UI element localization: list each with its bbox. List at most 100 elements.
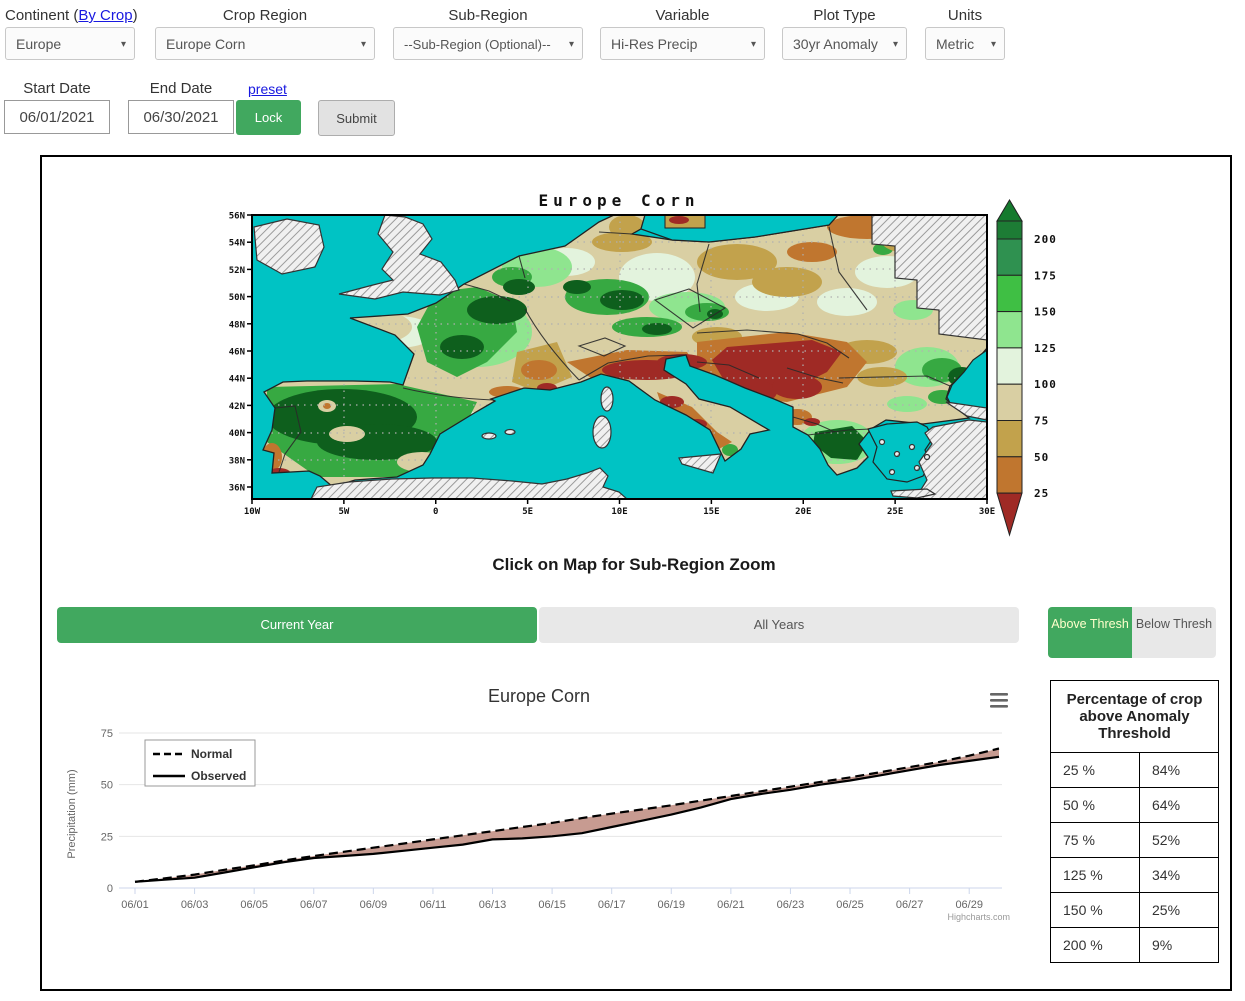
svg-text:40N: 40N — [229, 429, 245, 439]
svg-text:150: 150 — [1034, 306, 1057, 319]
svg-text:25: 25 — [101, 831, 113, 843]
svg-text:200: 200 — [1034, 233, 1057, 246]
percentage-cell: 34% — [1140, 858, 1219, 893]
svg-text:06/13: 06/13 — [479, 899, 507, 911]
svg-text:06/01: 06/01 — [121, 899, 149, 911]
chart-menu-icon[interactable] — [990, 693, 1008, 708]
svg-text:06/19: 06/19 — [658, 899, 686, 911]
svg-text:06/05: 06/05 — [240, 899, 268, 911]
svg-text:44N: 44N — [229, 375, 245, 385]
chevron-down-icon: ▾ — [121, 28, 126, 61]
table-row: 75 %52% — [1051, 823, 1219, 858]
continent-label: Continent (By Crop) — [5, 7, 138, 24]
sub-region-select[interactable]: --Sub-Region (Optional)--▾ — [393, 27, 583, 60]
anomaly-map[interactable]: Europe Corn — [227, 192, 1067, 547]
plot-type-label: Plot Type — [782, 7, 907, 24]
threshold-cell: 200 % — [1051, 928, 1140, 963]
threshold-table-header: Percentage of crop above Anomaly Thresho… — [1051, 681, 1219, 753]
units-label: Units — [925, 7, 1005, 24]
svg-text:06/15: 06/15 — [538, 899, 566, 911]
table-row: 50 %64% — [1051, 788, 1219, 823]
legend-normal-label: Normal — [191, 747, 232, 761]
map-title: Europe Corn — [539, 192, 700, 210]
threshold-cell: 25 % — [1051, 753, 1140, 788]
table-row: 150 %25% — [1051, 893, 1219, 928]
end-date-label: End Date — [128, 80, 234, 97]
table-row: 25 %84% — [1051, 753, 1219, 788]
svg-text:75: 75 — [1034, 415, 1049, 428]
svg-text:06/09: 06/09 — [360, 899, 388, 911]
svg-text:75: 75 — [101, 728, 113, 740]
chevron-down-icon: ▾ — [569, 28, 574, 61]
plot-type-select[interactable]: 30yr Anomaly▾ — [782, 27, 907, 60]
svg-text:0: 0 — [107, 883, 113, 895]
chart-legend[interactable]: Normal Observed — [145, 740, 255, 786]
svg-text:50: 50 — [1034, 451, 1049, 464]
chart-title: Europe Corn — [488, 686, 590, 706]
map-zoom-note: Click on Map for Sub-Region Zoom — [42, 555, 1226, 575]
svg-text:25E: 25E — [887, 507, 903, 517]
svg-text:50: 50 — [101, 780, 113, 792]
below-thresh-button[interactable]: Below Thresh — [1132, 607, 1216, 658]
crop-region-select[interactable]: Europe Corn▾ — [155, 27, 375, 60]
svg-text:10W: 10W — [244, 507, 261, 517]
threshold-cell: 75 % — [1051, 823, 1140, 858]
percentage-cell: 84% — [1140, 753, 1219, 788]
preset-link[interactable]: preset — [248, 81, 287, 97]
svg-text:30E: 30E — [979, 507, 995, 517]
start-date-input[interactable] — [4, 100, 110, 134]
percentage-cell: 52% — [1140, 823, 1219, 858]
legend-observed-label: Observed — [191, 769, 246, 783]
svg-text:125: 125 — [1034, 342, 1057, 355]
above-thresh-button[interactable]: Above Thresh — [1048, 607, 1132, 658]
start-date-label: Start Date — [4, 80, 110, 97]
svg-text:06/17: 06/17 — [598, 899, 626, 911]
chevron-down-icon: ▾ — [751, 28, 756, 61]
threshold-cell: 50 % — [1051, 788, 1140, 823]
svg-text:100: 100 — [1034, 378, 1057, 391]
variable-select[interactable]: Hi-Res Precip▾ — [600, 27, 765, 60]
svg-text:56N: 56N — [229, 212, 245, 222]
variable-label: Variable — [600, 7, 765, 24]
precip-chart: Europe Corn 06/0106/0306/0506/0706/0906/… — [57, 674, 1017, 936]
chevron-down-icon: ▾ — [893, 28, 898, 61]
table-row: 125 %34% — [1051, 858, 1219, 893]
tab-current-year[interactable]: Current Year — [57, 607, 537, 643]
svg-text:15E: 15E — [703, 507, 719, 517]
svg-text:46N: 46N — [229, 348, 245, 358]
crop-monitor-app: Continent (By Crop) Europe▾ Crop Region … — [0, 0, 1245, 1001]
map-lon-labels: 10W5W05E10E15E20E25E30E — [244, 507, 995, 517]
svg-text:06/29: 06/29 — [955, 899, 983, 911]
chart-credits[interactable]: Highcharts.com — [947, 912, 1010, 922]
svg-text:54N: 54N — [229, 239, 245, 249]
by-crop-link[interactable]: By Crop — [78, 7, 132, 24]
chevron-down-icon: ▾ — [361, 28, 366, 61]
chart-series — [135, 749, 999, 882]
chart-axes — [119, 888, 1002, 894]
percentage-cell: 25% — [1140, 893, 1219, 928]
map-colorbar — [997, 200, 1022, 535]
map-colorbar-labels: 200175150125100755025 — [1034, 233, 1057, 500]
svg-text:48N: 48N — [229, 320, 245, 330]
svg-text:5E: 5E — [522, 507, 533, 517]
end-date-input[interactable] — [128, 100, 234, 134]
units-select[interactable]: Metric▾ — [925, 27, 1005, 60]
continent-select[interactable]: Europe▾ — [5, 27, 135, 60]
svg-text:52N: 52N — [229, 266, 245, 276]
svg-text:50N: 50N — [229, 293, 245, 303]
svg-text:06/11: 06/11 — [420, 899, 447, 911]
svg-text:06/07: 06/07 — [300, 899, 328, 911]
lock-button[interactable]: Lock — [236, 100, 301, 135]
crop-region-label: Crop Region — [155, 7, 375, 24]
svg-text:175: 175 — [1034, 269, 1057, 282]
svg-text:36N: 36N — [229, 484, 245, 494]
svg-text:0: 0 — [433, 507, 438, 517]
submit-button[interactable]: Submit — [318, 100, 395, 136]
threshold-cell: 150 % — [1051, 893, 1140, 928]
percentage-cell: 9% — [1140, 928, 1219, 963]
svg-text:10E: 10E — [611, 507, 627, 517]
tab-all-years[interactable]: All Years — [539, 607, 1019, 643]
results-panel: Europe Corn — [40, 155, 1232, 991]
svg-text:06/21: 06/21 — [717, 899, 745, 911]
table-row: 200 %9% — [1051, 928, 1219, 963]
